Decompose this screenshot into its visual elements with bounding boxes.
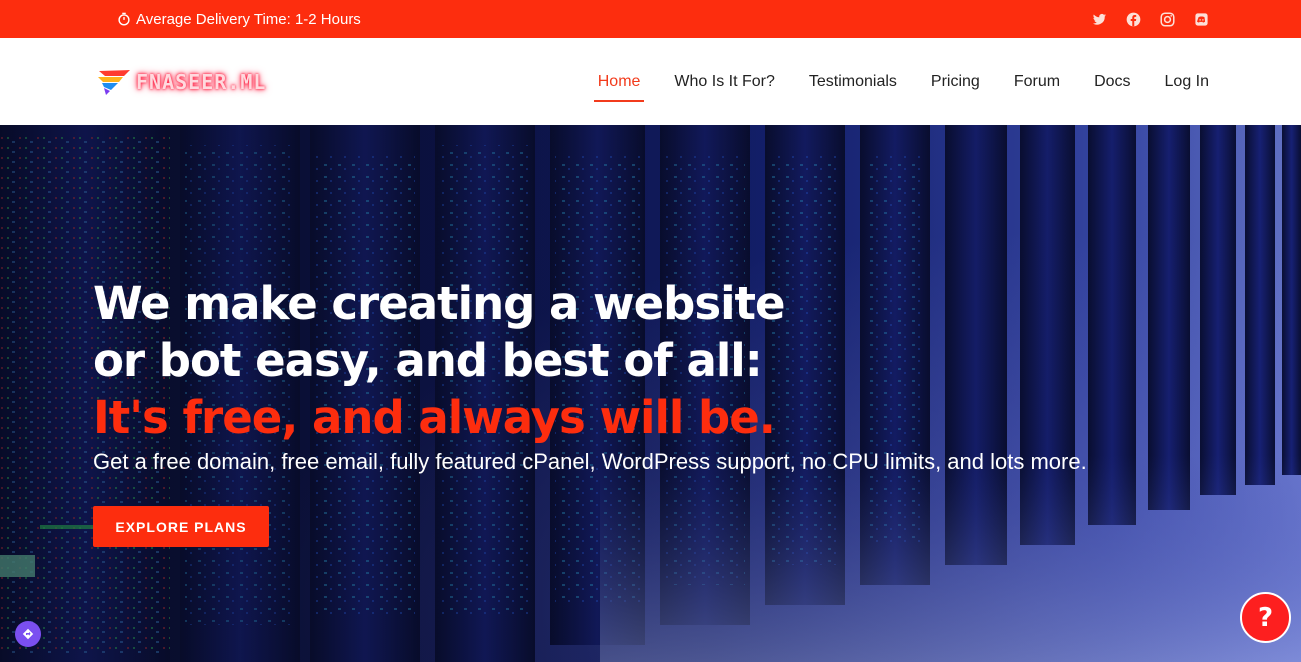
nav-who-is-it-for[interactable]: Who Is It For? [674,73,774,91]
logo-wordmark: FNASEER.ML [136,70,267,94]
stopwatch-icon [118,12,130,26]
nav-pricing[interactable]: Pricing [931,73,980,91]
help-chat-button[interactable]: ? [1240,592,1291,643]
discord-icon[interactable] [1194,12,1209,27]
main-nav: Home Who Is It For? Testimonials Pricing… [564,38,1209,125]
nav-forum[interactable]: Forum [1014,73,1060,91]
hero-headline-line-3: It's free, and always will be. [93,391,776,444]
nav-testimonials[interactable]: Testimonials [809,73,897,91]
site-logo[interactable]: FNASEER.ML [96,68,266,96]
hero-section: We make creating a website or bot easy, … [0,125,1301,662]
nav-login[interactable]: Log In [1165,73,1209,91]
instagram-icon[interactable] [1160,11,1175,27]
hero-headline-line-1: We make creating a website [93,277,786,330]
delivery-time-notice: Average Delivery Time: 1-2 Hours [117,0,361,38]
social-links [1092,0,1209,38]
facebook-icon[interactable] [1126,12,1141,27]
nav-docs[interactable]: Docs [1094,73,1130,91]
hero-subtitle: Get a free domain, free email, fully fea… [93,449,1087,474]
top-bar: Average Delivery Time: 1-2 Hours [0,0,1301,38]
hero-headline: We make creating a website or bot easy, … [93,275,786,446]
explore-plans-button[interactable]: EXPLORE PLANS [93,506,269,547]
site-header: FNASEER.ML Home Who Is It For? Testimoni… [0,38,1301,125]
hero-headline-line-2: or bot easy, and best of all: [93,334,763,387]
twitter-icon[interactable] [1092,12,1107,27]
direction-diamond-icon [22,628,34,640]
delivery-time-text: Average Delivery Time: 1-2 Hours [136,10,361,28]
navigation-widget-button[interactable] [15,621,41,647]
logo-mark-icon [98,70,130,95]
nav-home[interactable]: Home [593,73,645,102]
